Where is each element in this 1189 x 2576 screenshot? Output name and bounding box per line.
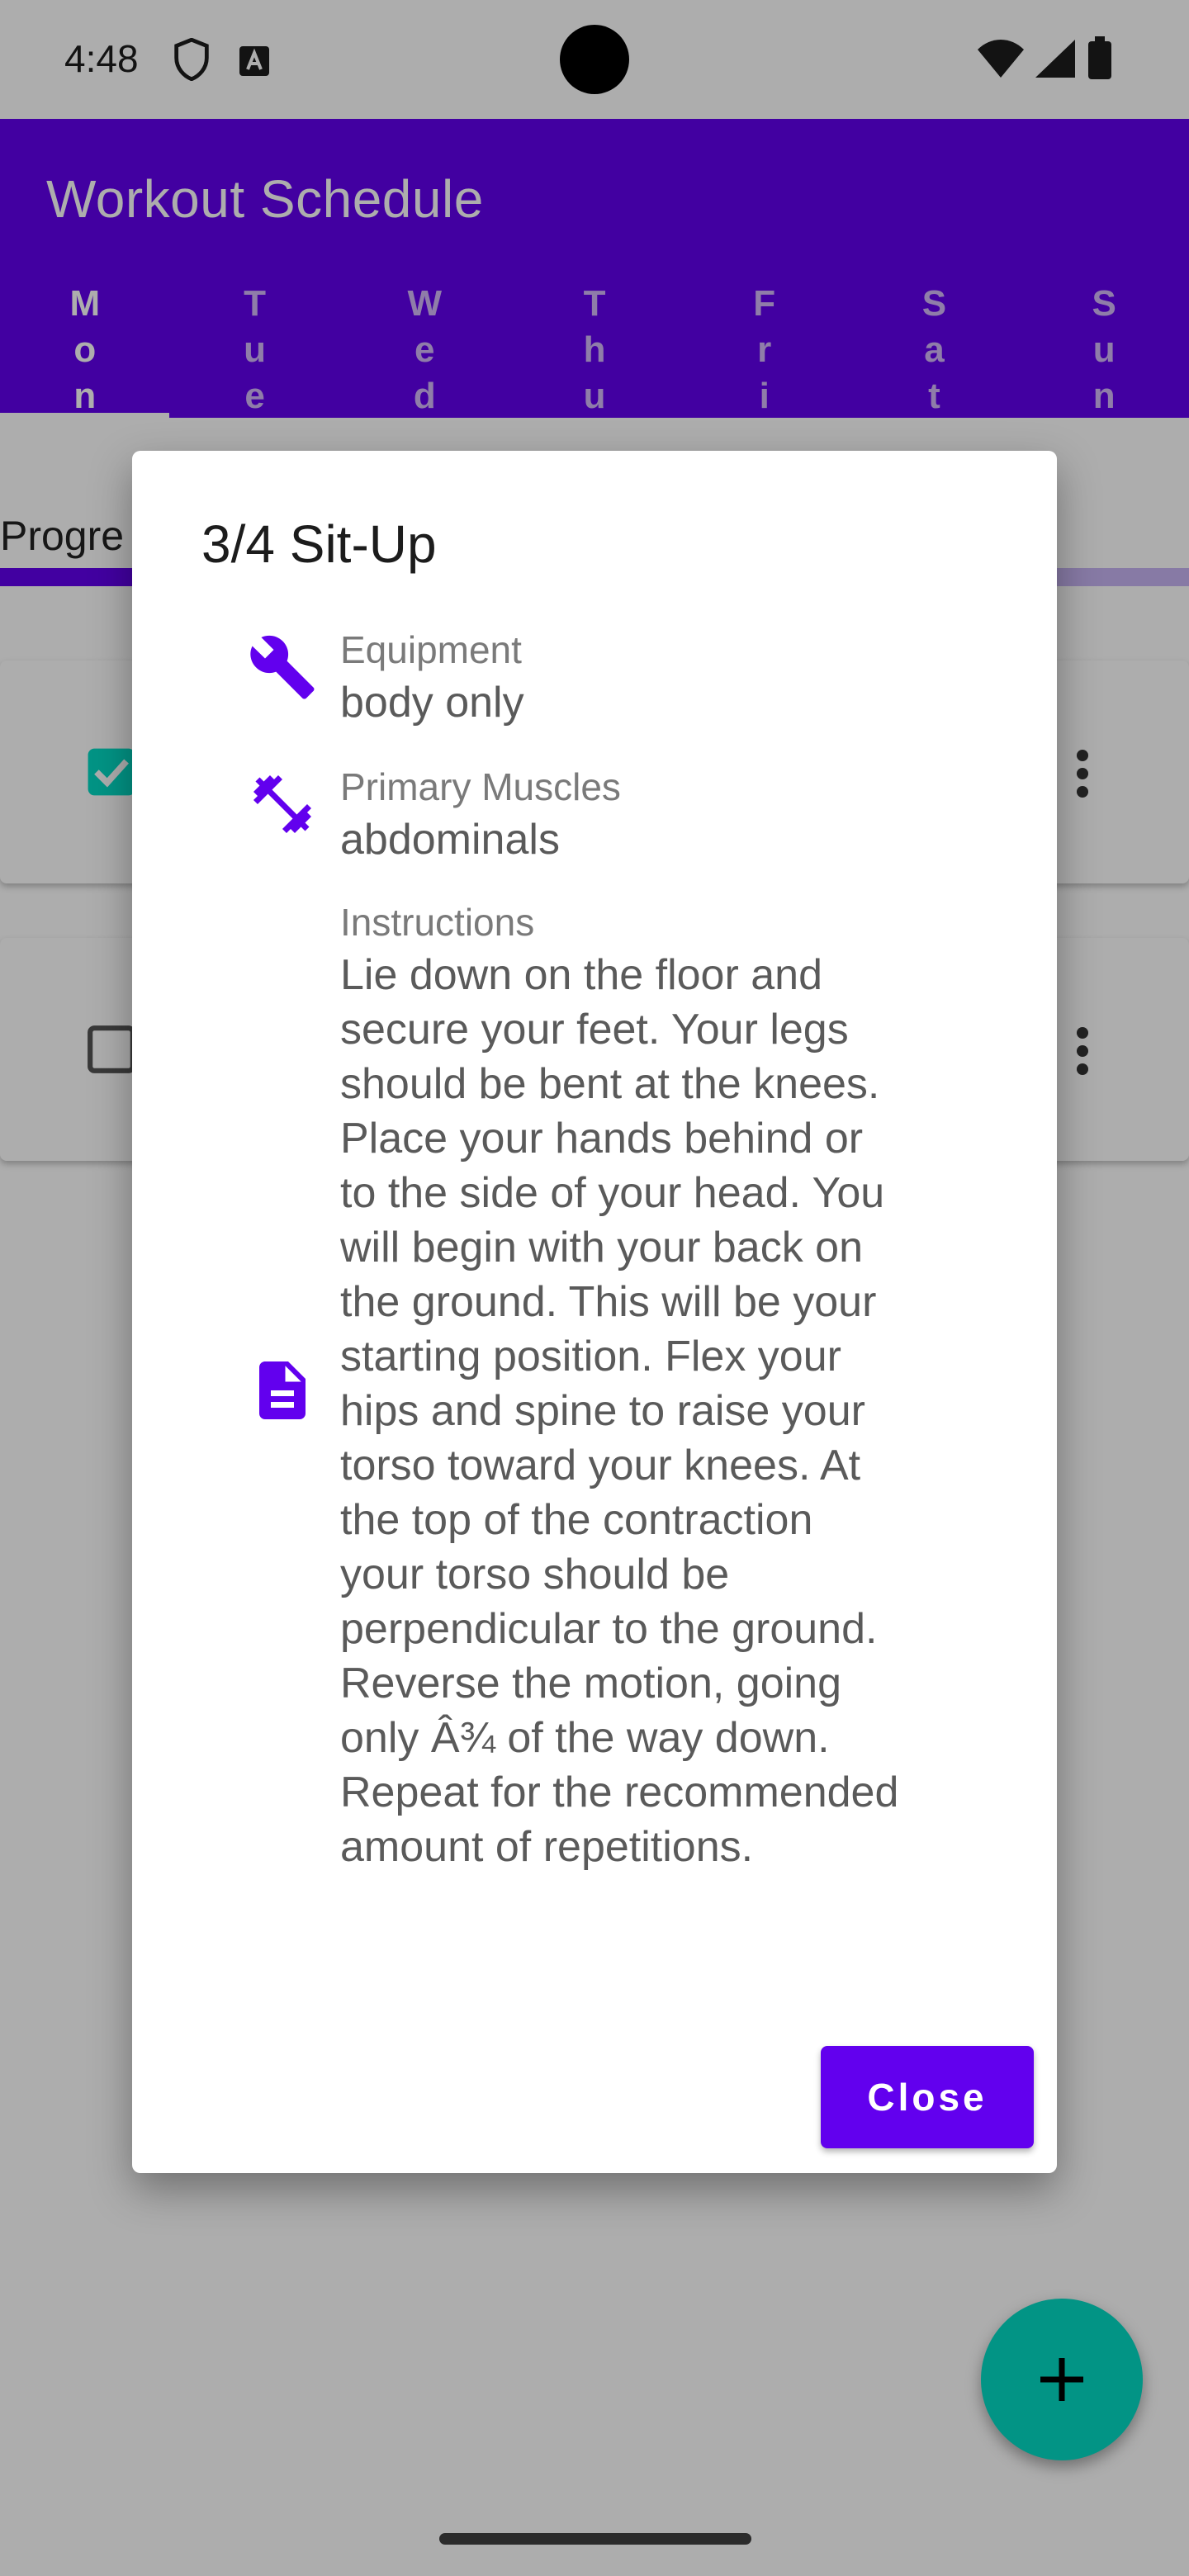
instructions-label: Instructions: [340, 901, 535, 944]
instructions-text: Lie down on the floor and secure your fe…: [340, 948, 951, 1874]
instruction-line: the top of the contraction: [340, 1496, 813, 1544]
instruction-line: should be bent at the knees.: [340, 1060, 880, 1108]
instruction-line: Place your hands behind or: [340, 1115, 864, 1163]
document-icon: [259, 1361, 306, 1419]
instruction-line: Lie down on the floor and: [340, 951, 822, 999]
dialog-title: 3/4 Sit-Up: [201, 514, 437, 574]
instruction-line: amount of repetitions.: [340, 1823, 754, 1871]
instruction-line: will begin with your back on: [340, 1224, 863, 1271]
instruction-line: torso toward your knees. At: [340, 1442, 861, 1489]
dumbbell-icon: [253, 775, 311, 833]
instruction-line: to the side of your head. You: [340, 1169, 885, 1217]
wrench-icon: [250, 635, 315, 699]
instruction-line: your torso should be: [340, 1551, 730, 1598]
exercise-detail-dialog: 3/4 Sit-Up Equipment body only Primary M…: [132, 451, 1057, 2173]
instruction-line: secure your feet. Your legs: [340, 1006, 849, 1054]
instruction-line: Repeat for the recommended: [340, 1769, 899, 1816]
instruction-line: Reverse the motion, going: [340, 1660, 842, 1707]
equipment-label: Equipment: [340, 628, 522, 671]
primary-muscles-label: Primary Muscles: [340, 765, 621, 808]
home-indicator[interactable]: [439, 2533, 751, 2545]
close-button[interactable]: Close: [821, 2046, 1034, 2148]
equipment-value: body only: [340, 679, 524, 727]
primary-muscles-value: abdominals: [340, 816, 560, 864]
instruction-line: perpendicular to the ground.: [340, 1605, 878, 1653]
instruction-line: starting position. Flex your: [340, 1333, 841, 1380]
instruction-line: only Â¾ of the way down.: [340, 1714, 830, 1762]
instruction-line: the ground. This will be your: [340, 1278, 877, 1326]
instruction-line: hips and spine to raise your: [340, 1387, 865, 1435]
